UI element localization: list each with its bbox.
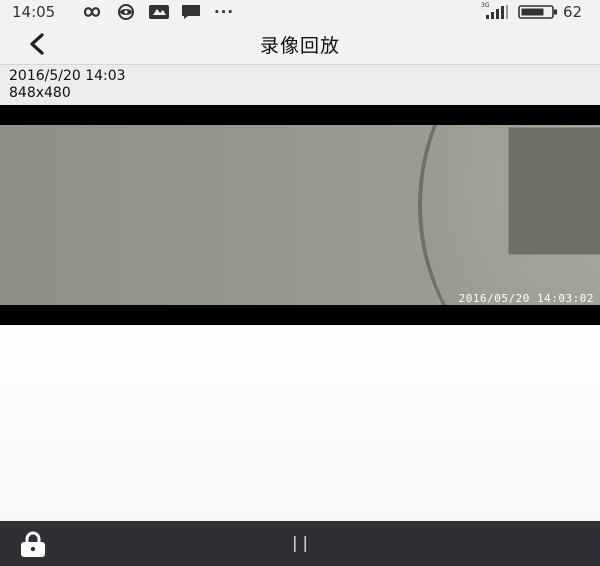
- recording-resolution: 848x480: [9, 85, 71, 101]
- more-dots-icon: ···: [214, 3, 235, 21]
- lock-icon: [21, 531, 45, 557]
- status-time: 14:05: [12, 3, 56, 21]
- playback-control-bar: | |: [0, 521, 600, 566]
- battery-icon: [518, 5, 557, 19]
- message-icon: [182, 5, 200, 19]
- content-area: [0, 325, 600, 521]
- battery-percent: 62: [563, 3, 583, 21]
- lock-button[interactable]: [16, 530, 50, 558]
- recording-datetime: 2016/5/20 14:03: [9, 68, 126, 84]
- status-bar: 14:05 ··· 3G 62: [0, 0, 600, 24]
- video-player[interactable]: 2016/05/20 14:03:02: [0, 105, 600, 325]
- page-title: 录像回放: [259, 35, 340, 57]
- video-frame: 2016/05/20 14:03:02: [0, 125, 600, 305]
- video-scene-object: [418, 125, 600, 305]
- infinity-icon: [83, 7, 101, 17]
- eye-icon: [118, 4, 134, 20]
- signal-icon: [486, 5, 508, 19]
- pause-button[interactable]: | |: [285, 531, 315, 555]
- video-timestamp-overlay: 2016/05/20 14:03:02: [458, 292, 594, 305]
- recording-info: 2016/5/20 14:03 848x480: [0, 65, 600, 105]
- title-bar: 录像回放: [0, 24, 600, 65]
- app-badge-icon: [149, 5, 169, 19]
